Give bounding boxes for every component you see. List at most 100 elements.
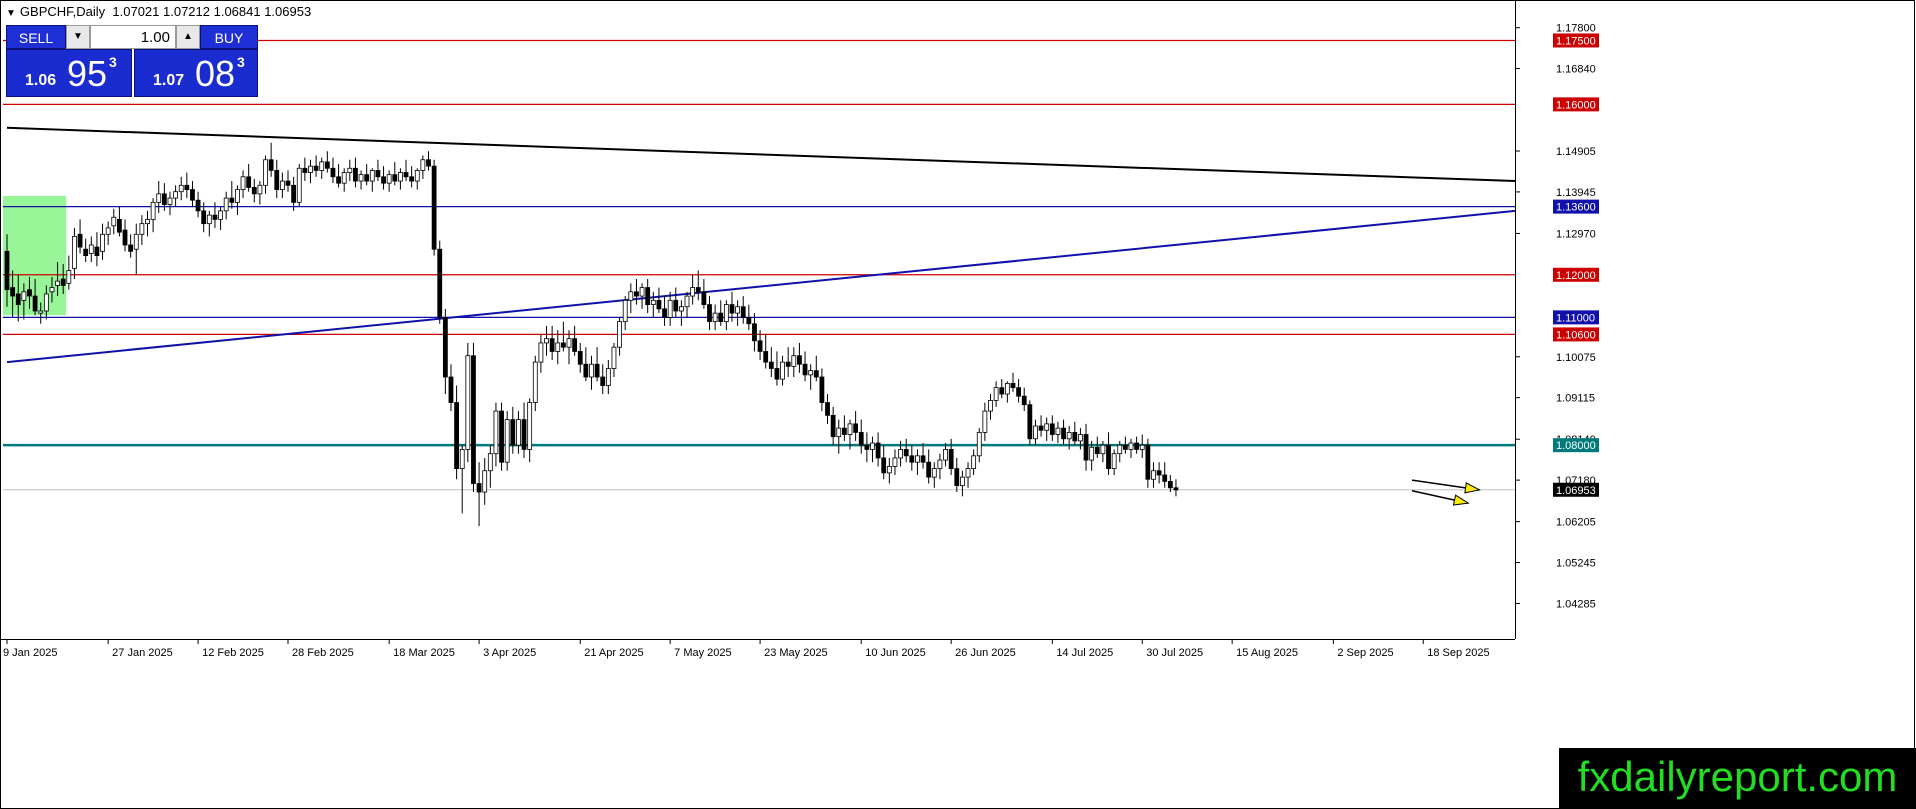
time-tick-label: 7 May 2025 <box>674 647 731 659</box>
candle-body <box>296 167 302 203</box>
candle-body <box>886 466 892 474</box>
time-tick-label: 9 Jan 2025 <box>3 647 57 659</box>
candle-body <box>190 189 195 201</box>
candle-body <box>60 278 66 286</box>
candle-body <box>993 387 999 401</box>
candle-body <box>156 193 162 203</box>
candle-body <box>662 308 667 318</box>
candle-body <box>780 361 785 380</box>
candle-body <box>1049 423 1055 435</box>
candle-body <box>915 455 920 463</box>
price-chart[interactable]: 1.17800 1.16840 1.14905 1.13945 1.12970 1.100… <box>0 0 1916 809</box>
candle-body <box>600 376 606 386</box>
candle-body <box>38 310 44 314</box>
candle-body <box>763 351 769 363</box>
candle-body <box>1151 470 1156 480</box>
candle-body <box>10 287 16 297</box>
candle-body <box>139 223 145 235</box>
candle-body <box>274 169 280 190</box>
candle-body <box>364 174 370 182</box>
candle-body <box>201 210 207 225</box>
candle-body <box>409 176 415 182</box>
buy-button[interactable]: BUY <box>200 25 258 49</box>
candle-body <box>4 250 10 291</box>
candle-body <box>493 410 499 455</box>
lot-decrease-button[interactable]: ▼ <box>66 25 90 49</box>
candle-body <box>1139 444 1145 450</box>
candle-body <box>381 176 386 184</box>
candle-body <box>257 184 263 195</box>
lot-increase-button[interactable]: ▲ <box>176 25 200 49</box>
triangle-down-icon: ▼ <box>73 31 83 42</box>
candle-body <box>611 346 617 369</box>
bid-price-prefix: 1.06 <box>25 72 57 89</box>
candle-body <box>426 159 431 167</box>
candle-body <box>403 172 409 178</box>
candle-body <box>701 291 707 305</box>
candle-body <box>319 161 325 171</box>
candle-body <box>504 419 510 463</box>
ask-price-fraction: 3 <box>237 54 245 70</box>
candle-body <box>43 293 49 312</box>
candle-body <box>212 214 218 220</box>
ask-price-button[interactable]: 1.07 08 3 <box>134 49 258 97</box>
candle-body <box>471 355 476 484</box>
candle-body <box>88 244 94 254</box>
candle-body <box>510 419 516 446</box>
lot-size-input[interactable] <box>90 25 176 49</box>
time-tick-label: 10 Jun 2025 <box>865 647 926 659</box>
sell-button[interactable]: SELL <box>6 25 66 49</box>
candle-body <box>707 304 712 323</box>
candle-body <box>813 370 819 378</box>
level-price-label: 1.11000 <box>1556 312 1595 324</box>
ask-price-pips: 08 <box>195 53 236 94</box>
candle-body <box>589 363 594 378</box>
candle-body <box>594 363 600 378</box>
candle-body <box>712 312 718 323</box>
level-price-label: 1.17500 <box>1556 35 1596 47</box>
candle-body <box>583 363 589 378</box>
candle-body <box>560 342 566 348</box>
candle-body <box>111 216 117 227</box>
candle-body <box>684 295 690 308</box>
candle-body <box>49 287 55 293</box>
candle-body <box>1033 425 1038 440</box>
candle-body <box>572 338 578 352</box>
candle-body <box>330 167 336 178</box>
candle-body <box>673 299 679 312</box>
time-tick-label: 15 Aug 2025 <box>1236 647 1298 659</box>
candle-body <box>1066 431 1072 440</box>
level-price-label: 1.13600 <box>1556 202 1596 214</box>
candle-body <box>21 291 27 301</box>
chart-area[interactable]: 1.17800 1.16840 1.14905 1.13945 1.12970 1.100… <box>0 0 1916 809</box>
candle-body <box>302 167 308 173</box>
bid-price-button[interactable]: 1.06 95 3 <box>6 49 132 97</box>
price-tick-label: 1.04285 <box>1556 598 1596 610</box>
candle-body <box>521 419 527 450</box>
candle-body <box>145 218 150 225</box>
candle-body <box>617 321 622 348</box>
candle-body <box>723 304 729 323</box>
candle-body <box>1134 442 1140 450</box>
candle-body <box>1145 444 1151 480</box>
candle-body <box>235 189 240 203</box>
candle-body <box>960 476 965 487</box>
candle-body <box>516 419 521 446</box>
candle-body <box>920 455 926 463</box>
candle-body <box>66 270 72 284</box>
ask-price-prefix: 1.07 <box>153 72 185 89</box>
candle-body <box>881 457 887 474</box>
candle-body <box>437 248 443 318</box>
triangle-down-icon[interactable]: ▼ <box>6 8 16 19</box>
price-tick-label: 1.10075 <box>1556 352 1596 364</box>
candle-body <box>577 351 583 365</box>
candle-body <box>246 176 252 188</box>
candle-body <box>285 180 291 186</box>
candle-body <box>532 361 538 403</box>
candle-body <box>1078 434 1083 442</box>
candle-body <box>397 172 403 182</box>
candle-body <box>128 244 134 252</box>
level-price-label: 1.08000 <box>1556 440 1596 452</box>
candle-body <box>538 342 544 363</box>
candle-body <box>639 287 645 297</box>
